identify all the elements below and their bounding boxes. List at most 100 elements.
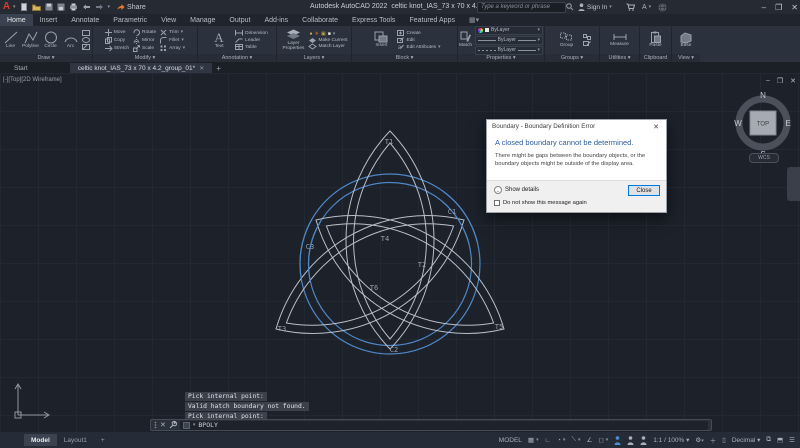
lineweight-dropdown[interactable]: ByLayer ▾ [475,35,544,45]
dialog-titlebar[interactable]: Boundary - Boundary Definition Error ✕ [487,120,666,133]
table-tool[interactable]: Table [235,44,268,50]
polyline-tool[interactable]: Polyline [22,31,39,49]
dont-show-again-option[interactable]: Do not show this message again [494,200,587,206]
group-tool[interactable]: Group [554,31,580,48]
file-tab-close-icon[interactable]: ✕ [199,65,204,72]
plus-icon[interactable]: ＋ [710,435,717,445]
isolate-objects-icon[interactable]: ▯ [722,436,726,444]
circle-tool[interactable]: Circle [42,31,59,49]
ribbon-options-icon[interactable]: ▦▾ [462,14,486,26]
tab-view[interactable]: View [154,14,183,26]
group-edit-icon[interactable] [582,40,591,47]
compass-east[interactable]: E [785,119,790,128]
model-tab[interactable]: Model [24,434,57,446]
edit-attributes-tool[interactable]: a Edit Attributes ▾ [397,44,440,51]
dimension-tool[interactable]: Dimension [235,30,268,36]
save-as-icon[interactable] [57,3,65,11]
arc-tool[interactable]: Arc [62,31,79,49]
chevron-down-icon[interactable]: ⌄ [494,186,502,194]
cmd-close-icon[interactable]: ✕ [160,421,166,429]
leader-tool[interactable]: Leader [235,37,268,43]
navigation-bar[interactable] [787,167,800,201]
save-icon[interactable] [45,3,53,11]
panel-label-utilities[interactable]: Utilities ▾ [600,54,639,62]
cleanscreen-icon[interactable]: ⬒ [777,436,783,444]
cmd-recent-icon[interactable] [182,421,190,429]
panel-label-draw[interactable]: Draw ▾ [0,54,92,62]
customization-menu-icon[interactable]: ☰ [789,436,795,444]
panel-label-layers[interactable]: Layers ▾ [277,54,351,62]
tab-output[interactable]: Output [222,14,257,26]
show-details-toggle[interactable]: ⌄ Show details [494,186,539,194]
tray-icon[interactable]: ⧉ [766,436,771,444]
panel-label-block[interactable]: Block ▾ [352,54,457,62]
edit-block-tool[interactable]: Edit [397,37,440,43]
text-tool[interactable]: A Text [206,30,232,49]
qat-dropdown-icon[interactable]: ▾ [108,4,111,10]
otrack-toggle[interactable]: ∠ [586,436,592,444]
search-input[interactable]: Type a keyword or phrase [477,2,566,13]
cart-icon[interactable] [626,3,636,11]
osnap-toggle[interactable]: ◻ ▾ [598,436,608,444]
signin-dropdown-icon[interactable]: ▾ [609,4,612,10]
dwg-close-icon[interactable]: ✕ [790,77,796,85]
trim-tool[interactable]: Trim ▾ [160,29,185,36]
panel-label-view[interactable]: View ▾ [672,54,700,62]
annotation-scale-icon[interactable] [640,435,647,445]
cmd-customize-icon[interactable] [169,420,177,429]
layer-state-row[interactable]: ● ☀ ▣ ■ ▾ [309,31,347,37]
file-tab-doc[interactable]: celtic knot_IAS_73 x 70 x 4.2_group_01* … [69,63,213,73]
dialog-close-button[interactable]: Close [628,185,660,196]
dont-show-checkbox[interactable] [494,200,500,206]
tab-parametric[interactable]: Parametric [106,14,154,26]
line-tool[interactable]: Line [2,31,19,49]
draw-extra-tools[interactable] [82,30,90,50]
tab-insert[interactable]: Insert [33,14,65,26]
copy-tool[interactable]: Copy [104,36,129,44]
layout1-tab[interactable]: Layout1 [57,434,94,446]
measure-tool[interactable]: Measure [607,32,633,47]
panel-label-properties[interactable]: Properties ▾ [458,54,544,62]
rotate-tool[interactable]: Rotate [133,28,156,36]
new-layout-button[interactable]: + [94,434,112,446]
dwg-restore-icon[interactable]: ❐ [777,77,783,85]
new-file-icon[interactable] [20,3,28,11]
scale-selector[interactable]: 1:1 / 100% ▾ [653,436,689,444]
paste-tool[interactable]: Paste [643,31,669,48]
drawing-canvas[interactable]: [-][Top][2D Wireframe] T1 C1 C3 T4 T2 T6 T3 C2 T [0,73,800,432]
tab-add-ins[interactable]: Add-ins [257,14,295,26]
dialog-close-icon[interactable]: ✕ [651,123,661,131]
object-color-dropdown[interactable]: ByLayer ▾ [475,25,544,35]
isodraft-toggle[interactable]: ⟍ ▾ [571,436,580,444]
space-toggle[interactable]: MODEL [499,437,522,444]
create-block-tool[interactable]: Create [397,30,440,36]
minimize-button[interactable]: – [762,3,766,12]
autoscale-icon[interactable] [627,435,634,445]
compass-west[interactable]: W [734,119,742,128]
tab-collaborate[interactable]: Collaborate [295,14,345,26]
command-input[interactable]: ▾ BPOLY [179,420,708,430]
compass-north[interactable]: N [760,91,766,100]
tab-featured-apps[interactable]: Featured Apps [402,14,462,26]
share-button[interactable]: Share [116,3,146,11]
tab-home[interactable]: Home [0,14,33,26]
viewcube[interactable]: N S W E TOP [734,91,790,161]
plot-icon[interactable] [69,3,78,11]
make-current-tool[interactable]: Make Current [309,38,348,43]
tab-annotate[interactable]: Annotate [64,14,106,26]
panel-label-groups[interactable]: Groups ▾ [545,54,599,62]
search-icon[interactable] [566,3,574,11]
dwg-minimize-icon[interactable]: – [766,77,770,85]
logo-dropdown-icon[interactable]: ▾ [13,4,16,10]
cmd-dropdown-icon[interactable]: ▾ [193,422,196,428]
panel-label-clipboard[interactable]: Clipboard [640,54,671,62]
annotation-visibility-icon[interactable] [614,435,621,445]
stretch-tool[interactable]: Stretch [104,45,129,52]
panel-label-annotation[interactable]: Annotation ▾ [198,54,276,62]
ungroup-icon[interactable] [582,33,591,40]
tab-manage[interactable]: Manage [183,14,222,26]
sign-in-button[interactable]: Sign In ▾ [578,0,612,14]
command-bar[interactable]: ✕ ▾ BPOLY [150,419,712,431]
match-properties-tool[interactable]: Match [459,31,472,48]
units-selector[interactable]: Decimal ▾ [732,436,761,444]
